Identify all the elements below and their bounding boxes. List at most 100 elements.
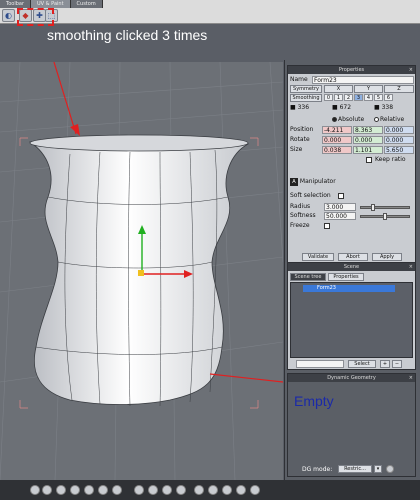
relative-radio[interactable]: Relative: [374, 116, 404, 124]
manipulator-row[interactable]: A Manipulator: [290, 178, 336, 186]
keep-ratio-checkbox[interactable]: [366, 157, 372, 163]
tab-custom[interactable]: Custom: [70, 0, 103, 8]
scene-remove-button[interactable]: −: [392, 360, 402, 368]
symmetry-button[interactable]: Symmetry: [290, 85, 322, 93]
absolute-radio[interactable]: Absolute: [332, 116, 364, 124]
wire-icon[interactable]: [70, 485, 80, 495]
scene-tree-item[interactable]: Form23: [303, 285, 395, 292]
axis-x-button[interactable]: X: [324, 85, 353, 93]
abort-button[interactable]: Abort: [338, 253, 368, 261]
render-icon[interactable]: [112, 485, 122, 495]
layout-4-icon[interactable]: [236, 485, 246, 495]
freeze-label: Freeze: [290, 222, 310, 229]
softness-slider-thumb[interactable]: [383, 213, 387, 220]
annotation-smoothing: smoothing clicked 3 times: [47, 27, 208, 43]
view-icon[interactable]: ◐: [2, 9, 15, 22]
solid-icon[interactable]: [84, 485, 94, 495]
dg-mode-label: DG mode:: [302, 466, 333, 473]
annotation-empty: Empty: [294, 393, 334, 409]
smoothing-level-5[interactable]: 5: [374, 94, 383, 101]
scene-add-button[interactable]: +: [380, 360, 390, 368]
smoothing-level-2[interactable]: 2: [344, 94, 353, 101]
close-icon[interactable]: ×: [409, 374, 413, 382]
radius-slider-thumb[interactable]: [371, 204, 375, 211]
tab-scene-tree[interactable]: Scene tree: [290, 273, 326, 281]
dg-settings-icon[interactable]: [386, 465, 394, 473]
smoothing-level-4[interactable]: 4: [364, 94, 373, 101]
shade-icon[interactable]: [56, 485, 66, 495]
rotate-x-field[interactable]: 0.000: [322, 136, 352, 144]
close-icon[interactable]: ×: [409, 66, 413, 74]
scene-title: Scene ×: [288, 263, 415, 271]
grid-icon[interactable]: [30, 485, 40, 495]
apply-button[interactable]: Apply: [372, 253, 402, 261]
tab-toolbar[interactable]: Toolbar: [0, 0, 32, 8]
axis-z-button[interactable]: Z: [384, 85, 414, 93]
position-label: Position: [290, 126, 314, 133]
dynamic-geometry-title: Dynamic Geometry ×: [288, 374, 415, 382]
size-label: Size: [290, 146, 303, 153]
top-toolbar: Toolbar UV & Paint Custom ◐ ◆ ✚ ⬚: [0, 0, 420, 26]
scene-search-input[interactable]: [296, 360, 344, 368]
bottom-toolbar: [0, 480, 420, 500]
rotate-label: Rotate: [290, 136, 310, 143]
dg-mode-select[interactable]: Restric...: [338, 465, 372, 473]
rotate-z-field[interactable]: 0.000: [384, 136, 414, 144]
size-x-field[interactable]: 0.038: [322, 146, 352, 154]
toolbar-tabs: Toolbar UV & Paint Custom: [0, 0, 103, 8]
face-count: ■ 338: [374, 104, 394, 111]
layout-5-icon[interactable]: [250, 485, 260, 495]
size-y-field[interactable]: 1.101: [353, 146, 383, 154]
right-panel: Properties × Name Form23 Symmetry X Y Z S…: [284, 60, 417, 480]
smoothing-level-6[interactable]: 6: [384, 94, 393, 101]
edge-count: ■ 672: [332, 104, 352, 111]
smoothing-level-1[interactable]: 1: [334, 94, 343, 101]
smoothing-level-0[interactable]: 0: [324, 94, 333, 101]
scene-panel: Scene × Scene tree Properties Form23 Sele…: [287, 262, 416, 370]
rotate-y-field[interactable]: 0.000: [353, 136, 383, 144]
close-icon[interactable]: ×: [409, 263, 413, 271]
tab-scene-properties[interactable]: Properties: [328, 273, 364, 281]
validate-button[interactable]: Validate: [302, 253, 334, 261]
radius-field[interactable]: 3.000: [324, 203, 356, 211]
viewport-scene: [0, 62, 283, 480]
size-z-field[interactable]: 5.650: [384, 146, 414, 154]
annotation-arrow-empty: [209, 373, 283, 383]
position-y-field[interactable]: 8.363: [353, 126, 383, 134]
properties-panel: Properties × Name Form23 Symmetry X Y Z S…: [287, 65, 416, 265]
layout-icon[interactable]: [194, 485, 204, 495]
tab-uv-paint[interactable]: UV & Paint: [31, 0, 71, 8]
camera-icon[interactable]: [134, 485, 144, 495]
face-icon: ■: [374, 104, 382, 111]
radius-slider[interactable]: [360, 204, 410, 211]
softness-field[interactable]: 50.000: [324, 212, 356, 220]
position-z-field[interactable]: 0.000: [384, 126, 414, 134]
scene-tree: Form23: [290, 282, 413, 358]
vertex-icon: ■: [290, 104, 298, 111]
layout-3-icon[interactable]: [222, 485, 232, 495]
pan-icon[interactable]: [148, 485, 158, 495]
orbit-icon[interactable]: [176, 485, 186, 495]
freeze-checkbox[interactable]: [324, 223, 330, 229]
view-icon[interactable]: [42, 485, 52, 495]
annotation-highlight-box: [17, 8, 54, 26]
soft-selection-checkbox[interactable]: [338, 193, 344, 199]
layout-2-icon[interactable]: [208, 485, 218, 495]
smoothing-level-3[interactable]: 3: [354, 94, 363, 101]
zoom-icon[interactable]: [162, 485, 172, 495]
smoothing-button[interactable]: Smoothing: [290, 94, 322, 102]
name-field[interactable]: Form23: [312, 76, 414, 84]
axis-y-button[interactable]: Y: [354, 85, 383, 93]
soft-selection-label: Soft selection: [290, 192, 331, 199]
vase-rim: [29, 134, 249, 152]
dynamic-geometry-panel: Dynamic Geometry × Empty DG mode: Restric…: [287, 373, 416, 477]
position-x-field[interactable]: -4.211: [322, 126, 352, 134]
light-icon[interactable]: [98, 485, 108, 495]
vertex-count: ■ 336: [290, 104, 310, 111]
chevron-down-icon[interactable]: ▾: [374, 465, 382, 473]
smoothing-levels: 0 1 2 3 4 5 6: [324, 94, 414, 102]
softness-slider[interactable]: [360, 213, 410, 220]
select-button[interactable]: Select: [348, 360, 376, 368]
properties-title: Properties ×: [288, 66, 415, 74]
3d-viewport[interactable]: [0, 62, 283, 480]
